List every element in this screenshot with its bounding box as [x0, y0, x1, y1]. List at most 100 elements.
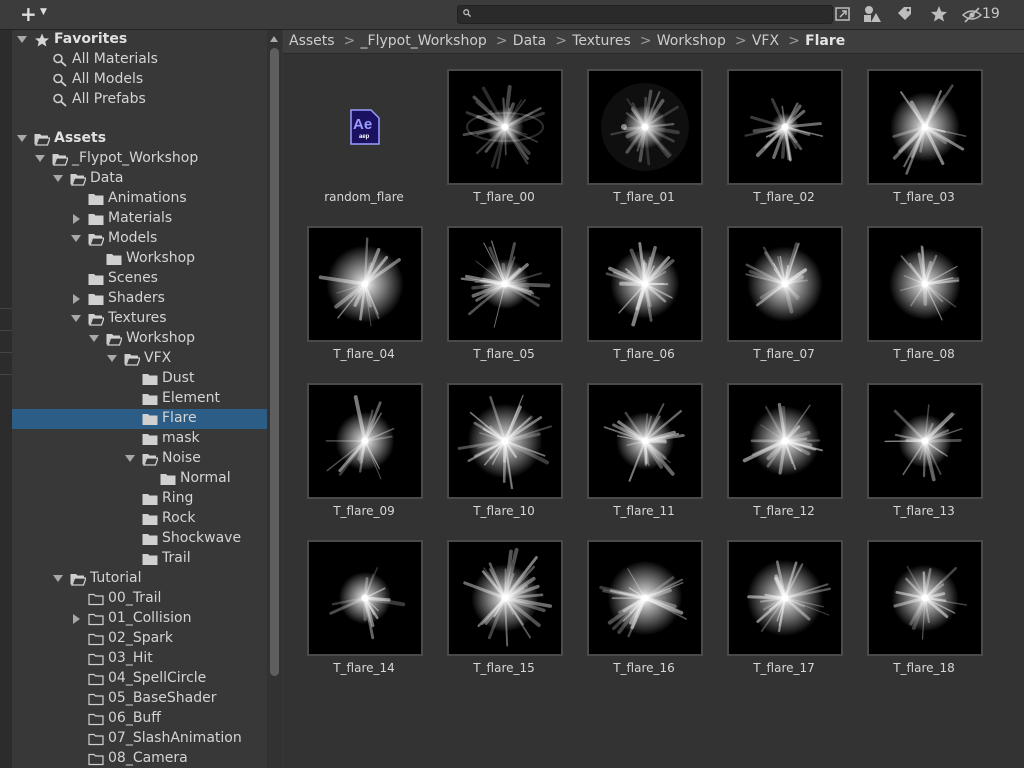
scroll-up-icon[interactable]: [270, 36, 278, 42]
asset-tile[interactable]: T_flare_16: [564, 530, 704, 680]
search-input[interactable]: [478, 6, 818, 23]
breadcrumb-item[interactable]: Workshop: [657, 33, 726, 49]
search-icon: [53, 73, 67, 87]
tree-item-rock[interactable]: Rock: [12, 509, 267, 529]
asset-tile[interactable]: T_flare_15: [424, 530, 564, 680]
tree-item-all-prefabs[interactable]: All Prefabs: [12, 90, 267, 110]
tree-item-label: Data: [90, 170, 124, 186]
asset-tile[interactable]: Ae aep random_flare: [284, 59, 424, 209]
tree-item-00-trail[interactable]: 00_Trail: [12, 589, 267, 609]
tree-item-workshop[interactable]: Workshop: [12, 329, 267, 349]
tree-item-03-hit[interactable]: 03_Hit: [12, 649, 267, 669]
expand-arrow-icon[interactable]: [107, 355, 117, 362]
tree-item-shaders[interactable]: Shaders: [12, 289, 267, 309]
tree-item-element[interactable]: Element: [12, 389, 267, 409]
tree-item-mask[interactable]: mask: [12, 429, 267, 449]
flare-texture-preview: [729, 71, 841, 183]
tree-item-trail[interactable]: Trail: [12, 549, 267, 569]
asset-tile[interactable]: T_flare_14: [284, 530, 424, 680]
tree-scrollbar[interactable]: [267, 30, 282, 768]
hidden-packages-toggle[interactable]: 19: [962, 5, 1007, 25]
tree-item-08-camera[interactable]: 08_Camera: [12, 749, 267, 768]
breadcrumb-item[interactable]: Data: [513, 33, 546, 49]
favorites-button[interactable]: [930, 5, 952, 25]
flare-texture-preview: [309, 228, 421, 340]
expand-arrow-icon[interactable]: [125, 455, 135, 462]
asset-tile[interactable]: T_flare_05: [424, 216, 564, 366]
folder-icon: [88, 274, 104, 285]
breadcrumb-item[interactable]: VFX: [752, 33, 779, 49]
tree-item-04-spellcircle[interactable]: 04_SpellCircle: [12, 669, 267, 689]
empty-folder-icon: [88, 733, 104, 746]
asset-tile[interactable]: T_flare_10: [424, 373, 564, 523]
expand-arrow-icon[interactable]: [71, 315, 81, 322]
tree-item-ring[interactable]: Ring: [12, 489, 267, 509]
tree-item-all-models[interactable]: All Models: [12, 70, 267, 90]
asset-tile[interactable]: T_flare_08: [844, 216, 984, 366]
tree-item-07-slashanimation[interactable]: 07_SlashAnimation: [12, 729, 267, 749]
tree-item-animations[interactable]: Animations: [12, 189, 267, 209]
tree-item-vfx[interactable]: VFX: [12, 349, 267, 369]
tree-item-01-collision[interactable]: 01_Collision: [12, 609, 267, 629]
tree-item-all-materials[interactable]: All Materials: [12, 50, 267, 70]
collapse-arrow-icon[interactable]: [73, 294, 80, 304]
search-by-scene-button[interactable]: [834, 5, 854, 25]
asset-tile[interactable]: T_flare_07: [704, 216, 844, 366]
breadcrumb-item[interactable]: Textures: [572, 33, 631, 49]
tree-item-favorites[interactable]: Favorites: [12, 30, 267, 50]
tree-item-normal[interactable]: Normal: [12, 469, 267, 489]
asset-tile[interactable]: T_flare_09: [284, 373, 424, 523]
tree-item-data[interactable]: Data: [12, 169, 267, 189]
tree-item-materials[interactable]: Materials: [12, 209, 267, 229]
breadcrumb-item[interactable]: Assets: [289, 33, 335, 49]
breadcrumb-item[interactable]: Flare: [805, 33, 845, 49]
create-asset-button[interactable]: + ▼: [18, 2, 54, 26]
filter-by-type-button[interactable]: [862, 5, 884, 25]
tree-item-tutorial[interactable]: Tutorial: [12, 569, 267, 589]
asset-tile[interactable]: T_flare_00: [424, 59, 564, 209]
asset-tile[interactable]: T_flare_03: [844, 59, 984, 209]
expand-arrow-icon[interactable]: [53, 175, 63, 182]
tree-item-dust[interactable]: Dust: [12, 369, 267, 389]
expand-arrow-icon[interactable]: [89, 335, 99, 342]
scrollbar-thumb[interactable]: [270, 48, 279, 676]
asset-name: T_flare_10: [473, 504, 535, 518]
asset-tile[interactable]: T_flare_18: [844, 530, 984, 680]
asset-tile[interactable]: T_flare_02: [704, 59, 844, 209]
collapse-arrow-icon[interactable]: [73, 214, 80, 224]
tree-item-workshop[interactable]: Workshop: [12, 249, 267, 269]
asset-tile[interactable]: T_flare_04: [284, 216, 424, 366]
texture-thumbnail: [307, 226, 423, 342]
tree-item-flare[interactable]: Flare: [12, 409, 267, 429]
search-icon: [463, 9, 471, 17]
tree-item-06-buff[interactable]: 06_Buff: [12, 709, 267, 729]
asset-tile[interactable]: T_flare_06: [564, 216, 704, 366]
tree-item-scenes[interactable]: Scenes: [12, 269, 267, 289]
search-field[interactable]: [457, 5, 833, 24]
tree-item-noise[interactable]: Noise: [12, 449, 267, 469]
flare-texture-preview: [729, 228, 841, 340]
expand-arrow-icon[interactable]: [17, 36, 27, 43]
expand-arrow-icon[interactable]: [71, 235, 81, 242]
tree-item-flypot-workshop[interactable]: _Flypot_Workshop: [12, 149, 267, 169]
asset-tile[interactable]: T_flare_17: [704, 530, 844, 680]
asset-tile[interactable]: T_flare_01: [564, 59, 704, 209]
tree-item-models[interactable]: Models: [12, 229, 267, 249]
asset-tile[interactable]: T_flare_13: [844, 373, 984, 523]
collapse-arrow-icon[interactable]: [73, 614, 80, 624]
expand-arrow-icon[interactable]: [17, 135, 27, 142]
tree-item-02-spark[interactable]: 02_Spark: [12, 629, 267, 649]
breadcrumb: Assets > _Flypot_Workshop > Data > Textures > Wo…: [283, 30, 1024, 54]
flare-texture-preview: [589, 542, 701, 654]
tree-item-assets[interactable]: Assets: [12, 129, 267, 149]
expand-arrow-icon[interactable]: [53, 575, 63, 582]
asset-name: T_flare_06: [613, 347, 675, 361]
expand-arrow-icon[interactable]: [35, 155, 45, 162]
tree-item-textures[interactable]: Textures: [12, 309, 267, 329]
tree-item-05-baseshader[interactable]: 05_BaseShader: [12, 689, 267, 709]
asset-tile[interactable]: T_flare_11: [564, 373, 704, 523]
tree-item-shockwave[interactable]: Shockwave: [12, 529, 267, 549]
breadcrumb-item[interactable]: _Flypot_Workshop: [361, 33, 487, 49]
filter-by-label-button[interactable]: [896, 5, 918, 25]
asset-tile[interactable]: T_flare_12: [704, 373, 844, 523]
